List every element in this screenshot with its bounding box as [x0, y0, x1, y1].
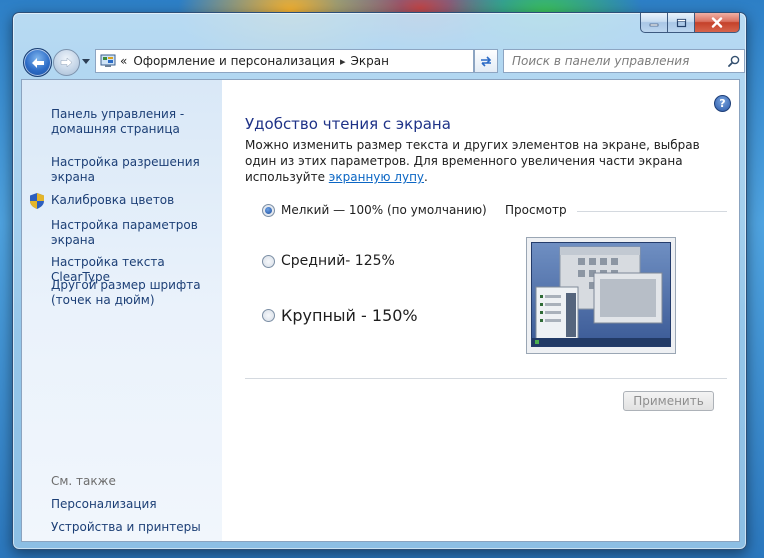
arrow-right-icon [60, 57, 73, 68]
search-box [503, 49, 745, 73]
radio-small[interactable] [262, 203, 275, 217]
preview-divider [577, 211, 727, 212]
minimize-button[interactable] [640, 13, 668, 33]
preview-illustration [532, 246, 670, 346]
close-button[interactable] [695, 13, 740, 33]
navigation-bar: « Оформление и персонализация ▸ Экран [21, 46, 745, 77]
chevron-down-icon [82, 58, 90, 64]
address-bar[interactable]: « Оформление и персонализация ▸ Экран [95, 49, 474, 73]
refresh-button[interactable] [474, 49, 498, 73]
option-small[interactable]: Мелкий — 100% (по умолчанию) [262, 203, 487, 217]
control-panel-icon [100, 54, 116, 67]
refresh-icon [481, 56, 492, 67]
intro-text: Можно изменить размер текста и других эл… [245, 137, 725, 185]
breadcrumb-appearance[interactable]: Оформление и персонализация [133, 54, 335, 68]
intro-end: . [424, 170, 428, 184]
help-button[interactable]: ? [714, 95, 731, 112]
preview-image [526, 237, 676, 354]
client-area: Панель управления - домашняя страница На… [21, 79, 740, 542]
minimize-icon [649, 23, 659, 26]
radio-large[interactable] [262, 309, 275, 322]
help-icon: ? [719, 97, 726, 110]
option-medium-label: Средний- 125% [281, 253, 395, 269]
search-input[interactable] [504, 53, 724, 69]
arrow-left-icon [31, 57, 44, 68]
recent-pages-dropdown[interactable] [81, 56, 91, 66]
breadcrumb-separator[interactable]: ▸ [340, 55, 346, 68]
sidebar: Панель управления - домашняя страница На… [22, 80, 222, 541]
preview-screen [531, 242, 671, 347]
sidebar-link-display-settings[interactable]: Настройка параметров экрана [51, 218, 216, 248]
radio-medium[interactable] [262, 254, 275, 268]
caption-buttons [640, 13, 740, 33]
back-button[interactable] [23, 48, 52, 77]
search-icon[interactable] [724, 55, 744, 67]
sidebar-link-personalization[interactable]: Персонализация [51, 497, 216, 512]
sidebar-link-dpi[interactable]: Другой размер шрифта (точек на дюйм) [51, 278, 216, 308]
sidebar-link-devices-printers[interactable]: Устройства и принтеры [51, 520, 216, 535]
close-icon [711, 17, 723, 28]
address-overflow[interactable]: « [120, 54, 127, 68]
maximize-button[interactable] [668, 13, 695, 33]
sidebar-link-calibrate-colors[interactable]: Калибровка цветов [51, 193, 216, 208]
option-small-label: Мелкий — 100% (по умолчанию) [281, 203, 487, 217]
page-title: Удобство чтения с экрана [245, 115, 451, 133]
option-large[interactable]: Крупный - 150% [262, 306, 418, 325]
apply-button[interactable]: Применить [623, 391, 714, 411]
magnifier-link[interactable]: экранную лупу [329, 170, 424, 184]
intro-body: Можно изменить размер текста и других эл… [245, 138, 700, 184]
uac-shield-icon [30, 193, 44, 209]
see-also-heading: См. также [51, 474, 116, 488]
maximize-icon [676, 18, 686, 27]
forward-button[interactable] [53, 49, 80, 76]
sidebar-link-control-panel-home[interactable]: Панель управления - домашняя страница [51, 107, 216, 137]
content-divider [245, 378, 727, 379]
breadcrumb-display[interactable]: Экран [350, 54, 388, 68]
option-medium[interactable]: Средний- 125% [262, 253, 395, 269]
option-large-label: Крупный - 150% [281, 306, 418, 325]
main-content: ? Удобство чтения с экрана Можно изменит… [222, 80, 739, 541]
sidebar-link-resolution[interactable]: Настройка разрешения экрана [51, 155, 216, 185]
preview-label: Просмотр [505, 203, 567, 217]
control-panel-window: « Оформление и персонализация ▸ Экран Па… [12, 12, 747, 550]
